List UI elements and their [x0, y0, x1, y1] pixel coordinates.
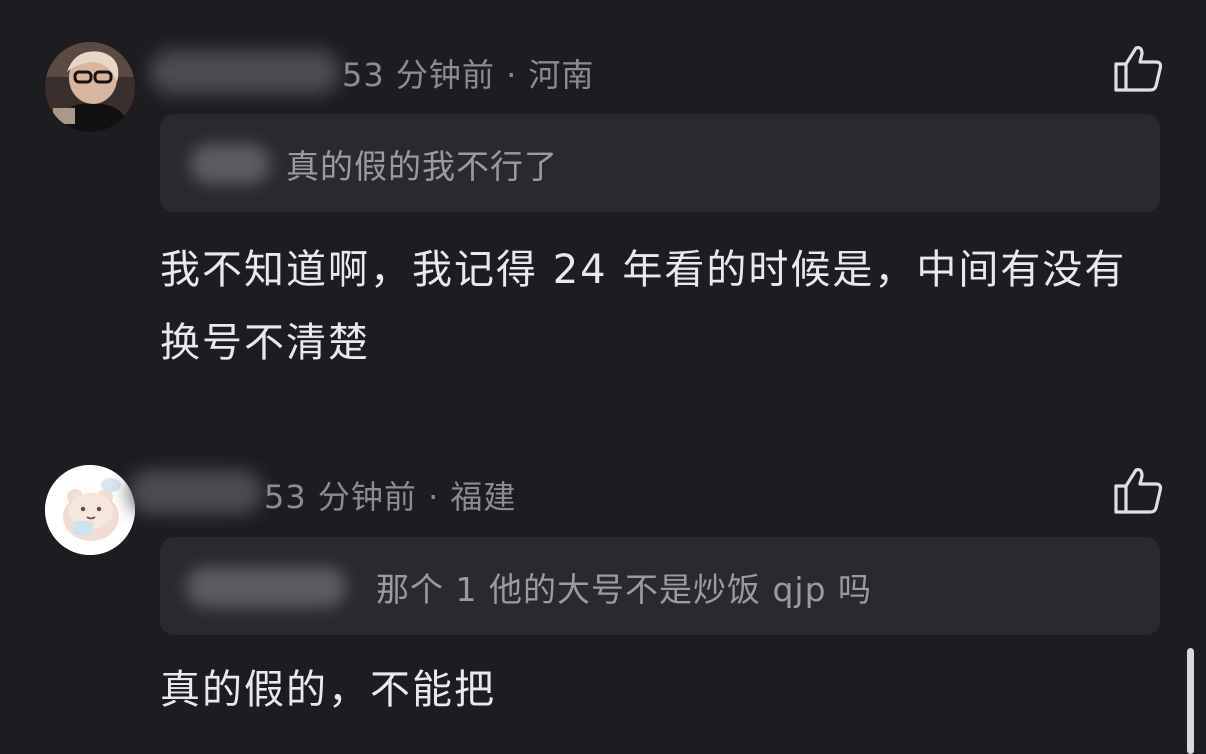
comment-meta: 53 分钟前 · 福建 [264, 478, 517, 516]
quoted-username-blurred [186, 567, 346, 607]
like-button[interactable] [1112, 42, 1164, 94]
comment-item: 53 分钟前 · 河南 真的假的我不行了 我不知道啊，我记得 24 年看的时候是… [0, 0, 1206, 420]
thumbs-up-outline-icon [1114, 468, 1163, 514]
quoted-username-blurred [190, 144, 270, 184]
username-blurred[interactable] [150, 50, 340, 94]
comment-meta: 53 分钟前 · 河南 [342, 56, 595, 94]
comment-text: 我不知道啊，我记得 24 年看的时候是，中间有没有换号不清楚 [160, 247, 1127, 366]
comment-item: 53 分钟前 · 福建 那个 1 他的大号不是炒饭 qjp 吗 真的假的，不能把 [0, 420, 1206, 754]
comment-text: 真的假的，不能把 [160, 667, 496, 713]
username-blurred[interactable] [128, 470, 263, 514]
quoted-text: 真的假的我不行了 [286, 147, 558, 186]
quoted-reply[interactable]: 那个 1 他的大号不是炒饭 qjp 吗 [160, 537, 1160, 635]
quoted-reply[interactable]: 真的假的我不行了 [160, 114, 1160, 212]
like-button[interactable] [1112, 464, 1164, 516]
avatar[interactable] [45, 465, 135, 555]
thumbs-up-outline-icon [1114, 46, 1163, 92]
avatar[interactable] [45, 42, 135, 132]
scrollbar[interactable] [1187, 648, 1194, 754]
quoted-text: 那个 1 他的大号不是炒饭 qjp 吗 [376, 570, 873, 609]
